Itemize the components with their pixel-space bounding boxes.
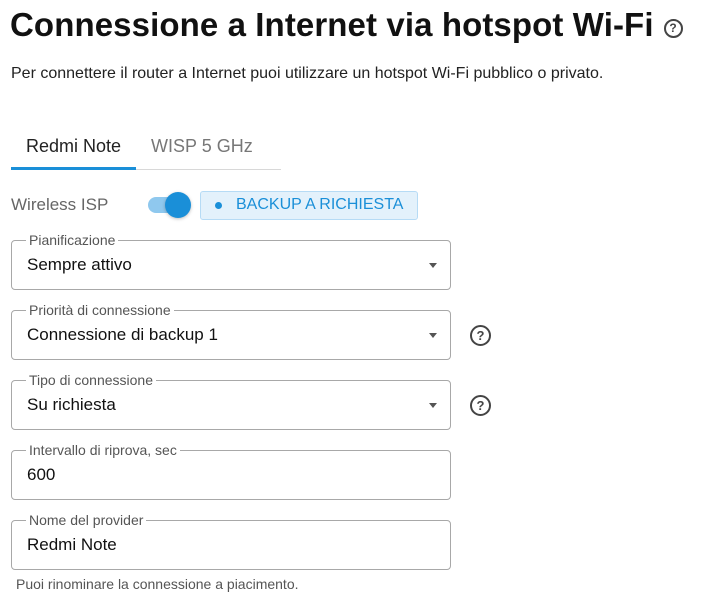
retry-interval-label: Intervallo di riprova, sec xyxy=(26,441,180,459)
priority-select[interactable]: Priorità di connessione Connessione di b… xyxy=(11,301,451,360)
retry-interval-input[interactable]: Intervallo di riprova, sec 600 xyxy=(11,441,451,500)
schedule-label: Pianificazione xyxy=(26,231,119,249)
priority-help-icon[interactable]: ? xyxy=(470,325,491,346)
chevron-down-icon xyxy=(429,263,437,268)
status-badge-label: BACKUP A RICHIESTA xyxy=(236,196,404,213)
provider-name-hint: Puoi rinominare la connessione a piacime… xyxy=(16,576,299,592)
toggle-knob xyxy=(165,192,191,218)
connection-type-label: Tipo di connessione xyxy=(26,371,157,389)
provider-name-value: Redmi Note xyxy=(27,535,117,554)
wifi-hotspot-page: Connessione a Internet via hotspot Wi-Fi… xyxy=(0,0,701,605)
wireless-isp-row: Wireless ISP BACKUP A RICHIESTA xyxy=(11,190,419,220)
tab-wisp-5ghz[interactable]: WISP 5 GHz xyxy=(136,122,268,170)
provider-name-label: Nome del provider xyxy=(26,511,147,529)
title-row: Connessione a Internet via hotspot Wi-Fi… xyxy=(10,6,683,44)
connection-tabs: Redmi Note WISP 5 GHz xyxy=(11,122,281,170)
wireless-isp-label: Wireless ISP xyxy=(11,195,109,214)
schedule-value: Sempre attivo xyxy=(27,255,132,274)
wireless-isp-toggle[interactable] xyxy=(148,190,192,220)
priority-label: Priorità di connessione xyxy=(26,301,174,319)
status-dot-icon xyxy=(215,201,222,209)
retry-interval-value: 600 xyxy=(27,465,56,484)
provider-name-input[interactable]: Nome del provider Redmi Note xyxy=(11,511,451,570)
connection-type-help-icon[interactable]: ? xyxy=(470,395,491,416)
status-badge: BACKUP A RICHIESTA xyxy=(200,190,419,220)
question-circle-icon[interactable]: ? xyxy=(663,18,683,38)
connection-type-select[interactable]: Tipo di connessione Su richiesta xyxy=(11,371,451,430)
priority-value: Connessione di backup 1 xyxy=(27,325,218,344)
chevron-down-icon xyxy=(429,403,437,408)
page-subtitle: Per connettere il router a Internet puoi… xyxy=(11,65,604,82)
tab-redmi-note[interactable]: Redmi Note xyxy=(11,122,137,170)
chevron-down-icon xyxy=(429,333,437,338)
connection-type-value: Su richiesta xyxy=(27,395,116,414)
page-title: Connessione a Internet via hotspot Wi-Fi xyxy=(10,6,654,43)
schedule-select[interactable]: Pianificazione Sempre attivo xyxy=(11,231,451,290)
